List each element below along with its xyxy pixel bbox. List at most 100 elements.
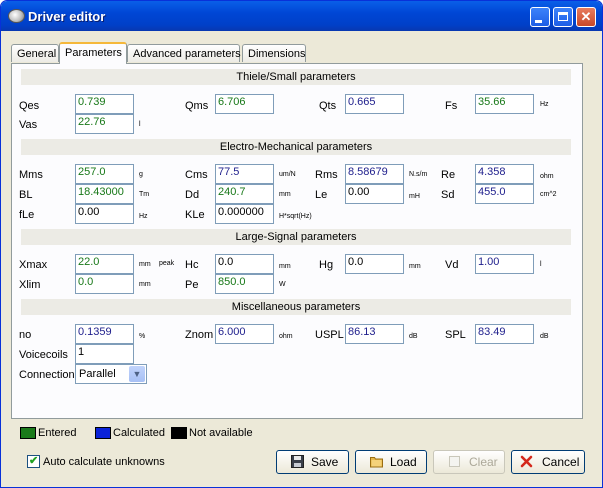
load-button-label: Load	[390, 455, 417, 469]
label-vas: Vas	[19, 119, 38, 131]
connection-select[interactable]: Parallel ▼	[75, 364, 147, 384]
label-fle: fLe	[19, 209, 35, 221]
minimize-button[interactable]	[530, 7, 550, 27]
unit-sd: cm^2	[540, 191, 557, 198]
label-qms: Qms	[185, 100, 209, 112]
unit-fs: Hz	[540, 101, 549, 108]
unit-vas: l	[139, 121, 141, 128]
field-pe[interactable]: 850.0	[215, 274, 274, 294]
label-qes: Qes	[19, 100, 40, 112]
field-le[interactable]: 0.00	[345, 184, 404, 204]
field-dd[interactable]: 240.7	[215, 184, 274, 204]
tab-general[interactable]: General	[11, 44, 59, 62]
field-vas[interactable]: 22.76	[75, 114, 134, 134]
field-rms[interactable]: 8.58679	[345, 164, 404, 184]
field-znom[interactable]: 6.000	[215, 324, 274, 344]
section-thiele-small: Thiele/Small parameters	[21, 69, 571, 85]
save-button-label: Save	[311, 455, 339, 469]
unit-znom: ohm	[279, 333, 293, 340]
cancel-button[interactable]: Cancel	[511, 450, 585, 474]
label-voicecoils: Voicecoils	[19, 349, 68, 361]
legend-entered-swatch	[20, 427, 36, 439]
unit-cms: um/N	[279, 171, 296, 178]
unit-mms: g	[139, 171, 143, 178]
field-re[interactable]: 4.358	[475, 164, 534, 184]
close-button[interactable]: ✕	[576, 7, 596, 27]
clear-button-label: Clear	[469, 455, 498, 469]
label-cms: Cms	[185, 169, 208, 181]
field-fs[interactable]: 35.66	[475, 94, 534, 114]
checkmark-icon: ✔	[29, 455, 39, 467]
driver-editor-window: Driver editor ✕ General Parameters Advan…	[0, 0, 603, 488]
unit-xlim: mm	[139, 281, 151, 288]
unit-xmax-peak: peak	[159, 260, 175, 267]
unit-xmax: mm	[139, 261, 151, 268]
close-icon: ✕	[580, 9, 592, 24]
clear-button[interactable]: Clear	[433, 450, 505, 474]
unit-rms: N.s/m	[409, 171, 428, 178]
window-title: Driver editor	[28, 9, 106, 24]
unit-pe: W	[279, 281, 286, 288]
legend-calculated-swatch	[95, 427, 111, 439]
unit-le: mH	[409, 193, 420, 200]
field-fle[interactable]: 0.00	[75, 204, 134, 224]
unit-no: %	[139, 333, 146, 340]
unit-fle: Hz	[139, 213, 148, 220]
maximize-icon	[558, 12, 568, 21]
field-qms[interactable]: 6.706	[215, 94, 274, 114]
label-bl: BL	[19, 189, 33, 201]
field-sd[interactable]: 455.0	[475, 184, 534, 204]
section-electro-mechanical: Electro-Mechanical parameters	[21, 139, 571, 155]
field-hg[interactable]: 0.0	[345, 254, 404, 274]
unit-hg: mm	[409, 263, 421, 270]
tab-parameters[interactable]: Parameters	[59, 42, 127, 64]
section-large-signal: Large-Signal parameters	[21, 229, 571, 245]
unit-hc: mm	[279, 263, 291, 270]
field-hc[interactable]: 0.0	[215, 254, 274, 274]
clear-icon	[449, 456, 460, 467]
auto-calculate-checkbox[interactable]: ✔	[27, 455, 40, 468]
label-kle: KLe	[185, 209, 205, 221]
auto-calculate-label[interactable]: Auto calculate unknowns	[43, 456, 165, 468]
unit-kle: H*sqrt(Hz)	[279, 213, 312, 220]
field-spl[interactable]: 83.49	[475, 324, 534, 344]
label-qts: Qts	[319, 100, 337, 112]
legend-not-available-swatch	[171, 427, 187, 439]
label-re: Re	[441, 169, 456, 181]
field-xmax[interactable]: 22.0	[75, 254, 134, 274]
tab-advanced-parameters[interactable]: Advanced parameters	[127, 44, 241, 62]
unit-bl: Tm	[139, 191, 150, 198]
floppy-disk-icon	[291, 455, 304, 468]
tab-dimensions[interactable]: Dimensions	[242, 44, 306, 62]
field-qts[interactable]: 0.665	[345, 94, 404, 114]
label-hc: Hc	[185, 259, 199, 271]
minimize-icon	[535, 20, 542, 23]
label-pe: Pe	[185, 279, 199, 291]
field-no[interactable]: 0.1359	[75, 324, 134, 344]
field-kle[interactable]: 0.000000	[215, 204, 274, 224]
unit-dd: mm	[279, 191, 291, 198]
field-uspl[interactable]: 86.13	[345, 324, 404, 344]
save-button[interactable]: Save	[276, 450, 349, 474]
label-rms: Rms	[315, 169, 338, 181]
field-voicecoils[interactable]: 1	[75, 344, 134, 364]
unit-re: ohm	[540, 173, 554, 180]
label-sd: Sd	[441, 189, 455, 201]
field-bl[interactable]: 18.43000	[75, 184, 134, 204]
field-xlim[interactable]: 0.0	[75, 274, 134, 294]
load-button[interactable]: Load	[355, 450, 427, 474]
label-spl: SPL	[445, 329, 466, 341]
title-bar[interactable]: Driver editor ✕	[1, 1, 602, 31]
unit-uspl: dB	[409, 333, 418, 340]
field-qes[interactable]: 0.739	[75, 94, 134, 114]
field-vd[interactable]: 1.00	[475, 254, 534, 274]
maximize-button[interactable]	[553, 7, 573, 27]
label-xmax: Xmax	[19, 259, 48, 271]
legend-calculated-label: Calculated	[113, 427, 165, 439]
label-dd: Dd	[185, 189, 200, 201]
label-connection: Connection	[19, 369, 75, 381]
connection-select-value: Parallel	[79, 368, 116, 380]
field-cms[interactable]: 77.5	[215, 164, 274, 184]
chevron-down-icon[interactable]: ▼	[129, 366, 145, 382]
field-mms[interactable]: 257.0	[75, 164, 134, 184]
